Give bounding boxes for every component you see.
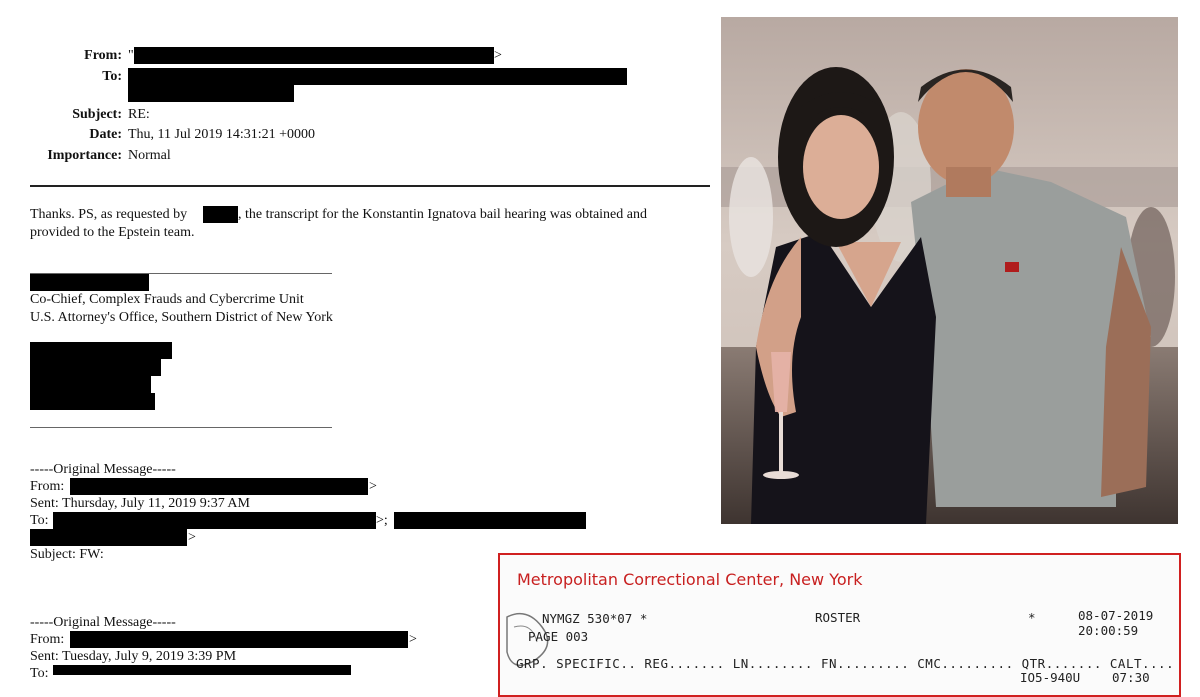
original-from-suffix-1: >: [369, 479, 377, 494]
original-to-label-2: To:: [30, 666, 49, 681]
couple-photo: [721, 17, 1178, 524]
from-quote: ": [128, 48, 134, 63]
original-message-heading-1: -----Original Message-----: [30, 462, 176, 477]
roster-row-calt: 07:30: [1112, 670, 1150, 685]
body-text-line2: provided to the Epstein team.: [30, 225, 195, 240]
redaction-to-1: [128, 68, 627, 85]
to-label: To:: [102, 69, 122, 84]
signature-title: Co-Chief, Complex Frauds and Cybercrime …: [30, 292, 304, 307]
roster-date: 08-07-2019: [1078, 608, 1154, 623]
subject-value: RE:: [128, 107, 150, 122]
roster-title: Metropolitan Correctional Center, New Yo…: [517, 570, 863, 589]
original-from-label-2: From:: [30, 632, 65, 647]
original-message-heading-2: -----Original Message-----: [30, 615, 176, 630]
roster-time: 20:00:59: [1078, 623, 1139, 638]
original-from-label-1: From:: [30, 479, 65, 494]
from-suffix: >: [494, 48, 502, 63]
redaction-to-2: [128, 85, 294, 102]
signature-bottom-rule: [30, 427, 332, 428]
redaction-contact-2: [30, 359, 161, 376]
roster-header-star: *: [1028, 610, 1036, 625]
redaction-original-to-1a: [53, 512, 376, 529]
date-value: Thu, 11 Jul 2019 14:31:21 +0000: [128, 127, 316, 142]
signature-office: U.S. Attorney's Office, Southern Distric…: [30, 310, 333, 325]
header-divider: [30, 185, 710, 187]
roster-panel: Metropolitan Correctional Center, New Yo…: [498, 553, 1181, 697]
roster-row-qtr: IO5-940U: [1020, 670, 1081, 685]
importance-label: Importance:: [47, 148, 122, 163]
original-subject-1: Subject: FW:: [30, 547, 104, 562]
original-sent-1: Sent: Thursday, July 11, 2019 9:37 AM: [30, 496, 250, 511]
redaction-original-from-1: [70, 478, 368, 495]
redaction-original-from-2: [70, 631, 408, 648]
redaction-original-to-1b: [394, 512, 586, 529]
redaction-sender-name: [30, 274, 149, 291]
body-text-part2: , the transcript for the Konstantin Igna…: [238, 207, 647, 222]
original-to-sep-1: >;: [376, 513, 388, 528]
importance-value: Normal: [128, 148, 171, 163]
date-label: Date:: [89, 127, 122, 142]
redaction-original-to-2: [53, 665, 351, 675]
redaction-contact-3: [30, 376, 151, 393]
original-to-label-1: To:: [30, 513, 49, 528]
roster-column-headers: GRP. SPECIFIC.. REG....... LN........ FN…: [516, 656, 1175, 671]
roster-header-code: NYMGZ 530*07 *: [542, 611, 648, 626]
body-text-part1: Thanks. PS, as requested by: [30, 207, 188, 222]
original-to-suffix-1: >: [188, 530, 196, 545]
from-label: From:: [84, 48, 122, 63]
redaction-original-to-1c: [30, 529, 187, 546]
original-sent-2: Sent: Tuesday, July 9, 2019 3:39 PM: [30, 649, 237, 664]
redaction-from: [134, 47, 494, 64]
redaction-contact-4: [30, 393, 155, 410]
roster-header-label: ROSTER: [815, 610, 861, 625]
redaction-requester: [203, 206, 238, 223]
original-from-suffix-2: >: [409, 632, 417, 647]
redaction-contact-1: [30, 342, 172, 359]
subject-label: Subject:: [72, 107, 122, 122]
roster-page: PAGE 003: [528, 629, 589, 644]
